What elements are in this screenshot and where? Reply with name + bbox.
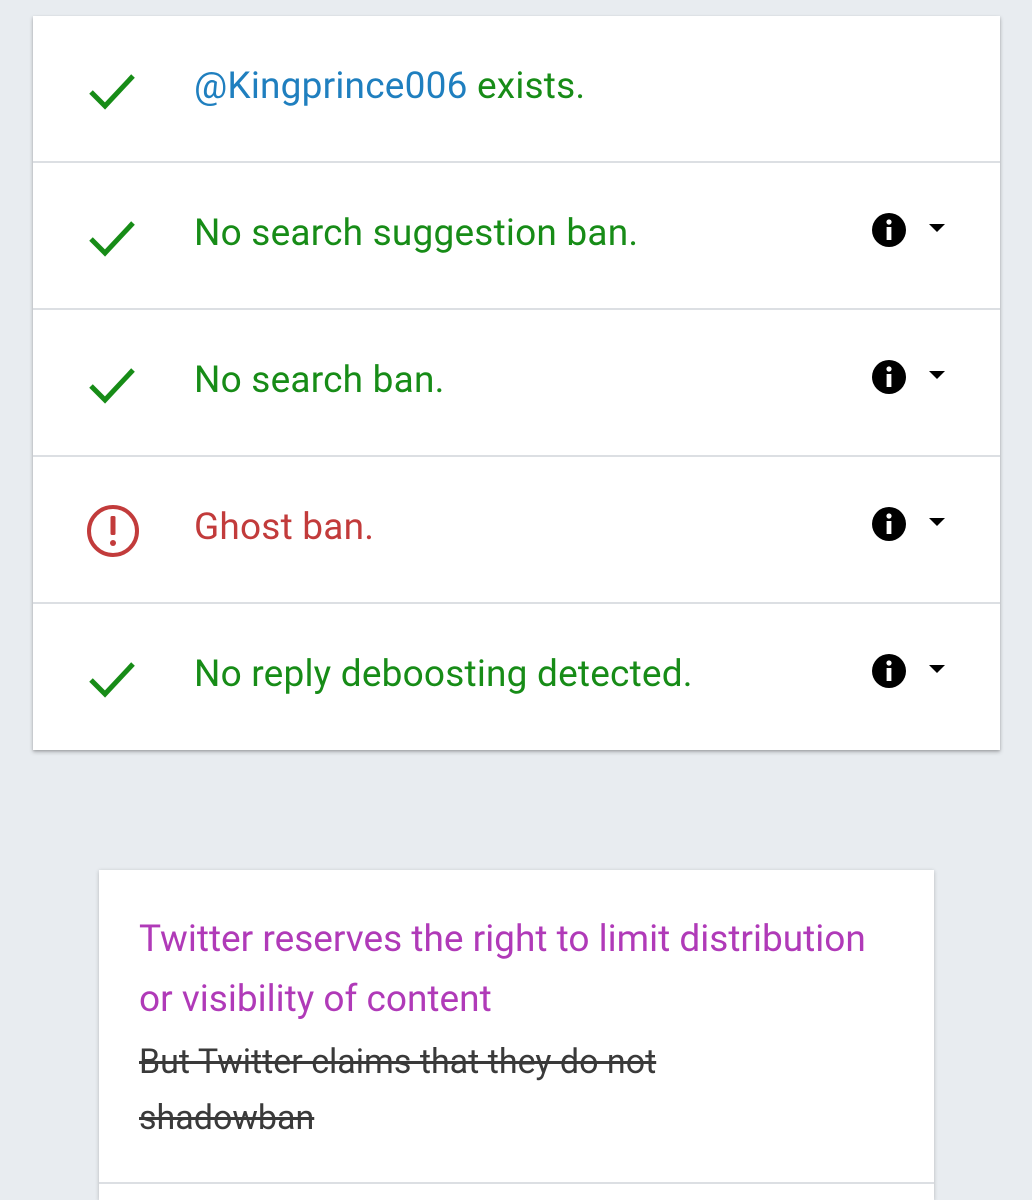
info-icon[interactable] — [871, 653, 907, 689]
notice-struck-text: But Twitter claims that they do not shad… — [139, 1042, 657, 1138]
alert-circle-icon — [85, 503, 141, 559]
account-handle-link[interactable]: @Kingprince006 — [194, 65, 468, 108]
result-text-search-suggestion-ban: No search suggestion ban. — [194, 212, 639, 255]
results-card: @Kingprince006 exists. No search suggest… — [33, 16, 1000, 750]
info-icon[interactable] — [871, 506, 907, 542]
result-row-exists: @Kingprince006 exists. — [33, 16, 1000, 163]
result-text-reply-deboosting: No reply deboosting detected. — [194, 653, 693, 696]
result-row-search-ban: No search ban. — [33, 310, 1000, 457]
check-icon — [85, 356, 141, 412]
result-text-ghost-ban: Ghost ban. — [194, 506, 375, 549]
exists-label: exists. — [467, 65, 586, 108]
info-icon[interactable] — [871, 212, 907, 248]
chevron-down-icon[interactable] — [926, 367, 948, 381]
check-icon — [85, 62, 141, 118]
chevron-down-icon[interactable] — [926, 661, 948, 675]
check-icon — [85, 209, 141, 265]
chevron-down-icon[interactable] — [926, 220, 948, 234]
result-row-ghost-ban: Ghost ban. — [33, 457, 1000, 604]
info-icon[interactable] — [871, 359, 907, 395]
result-text-search-ban: No search ban. — [194, 359, 445, 402]
result-row-reply-deboosting: No reply deboosting detected. — [33, 604, 1000, 750]
check-icon — [85, 650, 141, 706]
chevron-down-icon[interactable] — [926, 514, 948, 528]
notice-card: Twitter reserves the right to limit dist… — [99, 870, 934, 1200]
result-row-search-suggestion-ban: No search suggestion ban. — [33, 163, 1000, 310]
notice-headline: Twitter reserves the right to limit dist… — [139, 918, 866, 1021]
divider — [99, 1182, 934, 1184]
result-text-exists: @Kingprince006 exists. — [194, 62, 585, 112]
